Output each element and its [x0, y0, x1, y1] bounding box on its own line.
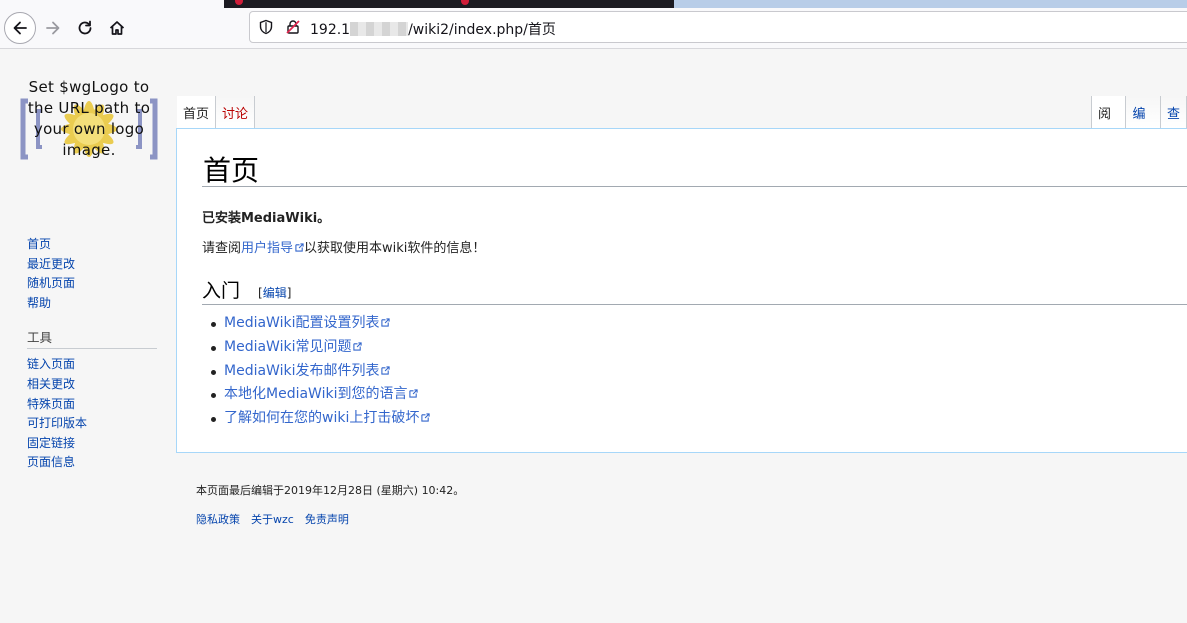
sidebar-item-what-links-here[interactable]: 链入页面: [27, 355, 157, 375]
url-suffix: /wiki2/index.php/首页: [408, 22, 556, 38]
mailing-list-link[interactable]: MediaWiki发布邮件列表: [224, 362, 391, 379]
faq-label: MediaWiki常见问题: [224, 338, 352, 355]
external-link-icon: [409, 389, 419, 399]
external-link-icon: [295, 243, 304, 252]
browser-tab[interactable]: [224, 0, 674, 8]
external-link-icon: [421, 413, 430, 422]
sidebar: 首页 最近更改 随机页面 帮助 工具 链入页面 相关更改 特殊页面 可打印版本 …: [27, 235, 157, 473]
address-bar[interactable]: 192.1/wiki2/index.php/首页: [249, 11, 1187, 43]
external-link-icon: [381, 318, 391, 327]
sidebar-item-recent-changes[interactable]: 最近更改: [27, 255, 157, 275]
config-settings-label: MediaWiki配置设置列表: [224, 315, 380, 331]
browser-toolbar: 192.1/wiki2/index.php/首页: [0, 8, 1187, 49]
footer-links: 隐私政策 关于wzc 免责声明: [196, 511, 349, 527]
getting-started-list: MediaWiki配置设置列表 MediaWiki常见问题 MediaWiki发…: [211, 312, 430, 431]
wiki-page: Set $wgLogo to the URL path to your own …: [0, 49, 1187, 623]
url-prefix: 192.1: [310, 22, 351, 38]
sidebar-navigation: 首页 最近更改 随机页面 帮助: [27, 235, 157, 313]
section-edit-bracket-close: ]: [286, 286, 292, 300]
tab-read[interactable]: 阅读: [1091, 96, 1127, 159]
reload-icon: [78, 20, 92, 35]
insecure-lock-icon[interactable]: [285, 19, 301, 35]
browser-tab-active[interactable]: [674, 0, 1187, 8]
tab-edit[interactable]: 编辑: [1126, 96, 1161, 159]
sidebar-item-printable-version[interactable]: 可打印版本: [27, 414, 157, 434]
namespace-tabs: 首页 讨论: [177, 96, 256, 128]
mailing-list-label: MediaWiki发布邮件列表: [224, 362, 380, 379]
sidebar-item-random-page[interactable]: 随机页面: [27, 274, 157, 294]
list-item: MediaWiki配置设置列表: [211, 312, 430, 336]
sidebar-item-page-information[interactable]: 页面信息: [27, 453, 157, 473]
external-link-icon: [381, 365, 391, 375]
section-edit-link[interactable]: 编辑: [263, 286, 287, 300]
section-heading: 入门: [202, 280, 241, 302]
arrow-left-icon: [13, 21, 27, 35]
list-item: 了解如何在您的wiki上打击破坏: [211, 407, 430, 431]
list-item: MediaWiki发布邮件列表: [211, 360, 430, 384]
about-link[interactable]: 关于wzc: [251, 511, 294, 527]
localisation-link[interactable]: 本地化MediaWiki到您的语言: [224, 386, 419, 403]
external-link-icon: [353, 342, 363, 351]
url-text[interactable]: 192.1/wiki2/index.php/首页: [310, 19, 556, 39]
intro-text-after: 以获取使用本wiki软件的信息！: [304, 241, 486, 256]
sidebar-item-special-pages[interactable]: 特殊页面: [27, 395, 157, 415]
section-edit: [编辑]: [258, 284, 291, 301]
tools-heading: 工具: [27, 327, 157, 350]
user-guide-link-label: 用户指导: [241, 241, 294, 256]
content-area: 首页 已安装MediaWiki。 请查阅用户指导 以获取使用本wiki软件的信息！…: [176, 128, 1187, 453]
browser-tab-strip: [0, 0, 1187, 8]
tab-history[interactable]: 查: [1160, 96, 1187, 128]
intro-text-before: 请查阅: [202, 241, 242, 256]
reload-button[interactable]: [69, 12, 101, 44]
section-divider: [202, 304, 1187, 305]
home-button[interactable]: [101, 12, 133, 44]
url-redaction: [350, 22, 409, 36]
sidebar-tools: 链入页面 相关更改 特殊页面 可打印版本 固定链接 页面信息: [27, 355, 157, 473]
localisation-label: 本地化MediaWiki到您的语言: [224, 386, 408, 403]
last-modified: 本页面最后编辑于2019年12月28日 (星期六) 10:42。: [196, 484, 465, 497]
home-icon: [109, 21, 125, 35]
combat-spam-label: 了解如何在您的wiki上打击破坏: [224, 410, 420, 427]
faq-link[interactable]: MediaWiki常见问题: [224, 338, 363, 355]
logo-placeholder-text: Set $wgLogo to the URL path to your own …: [27, 78, 151, 159]
tab-discussion[interactable]: 讨论: [216, 96, 256, 128]
forward-button[interactable]: [37, 12, 69, 44]
list-item: MediaWiki常见问题: [211, 336, 430, 360]
site-logo[interactable]: Set $wgLogo to the URL path to your own …: [20, 77, 158, 181]
installed-message: 已安装MediaWiki。: [202, 211, 331, 226]
config-settings-link[interactable]: MediaWiki配置设置列表: [224, 315, 391, 331]
sidebar-item-help[interactable]: 帮助: [27, 294, 157, 314]
arrow-right-icon: [46, 21, 60, 35]
sidebar-item-main-page[interactable]: 首页: [27, 235, 157, 255]
back-button[interactable]: [4, 12, 36, 44]
view-tabs: 阅读 编辑 查: [1091, 96, 1187, 159]
disclaimers-link[interactable]: 免责声明: [305, 511, 349, 527]
intro-paragraph: 请查阅用户指导 以获取使用本wiki软件的信息！: [202, 237, 485, 256]
tab-page[interactable]: 首页: [177, 96, 217, 128]
shield-icon[interactable]: [258, 19, 274, 35]
sidebar-item-related-changes[interactable]: 相关更改: [27, 375, 157, 395]
page-title: 首页: [203, 154, 260, 187]
user-guide-link[interactable]: 用户指导: [241, 241, 304, 256]
privacy-policy-link[interactable]: 隐私政策: [196, 511, 240, 527]
sidebar-item-permanent-link[interactable]: 固定链接: [27, 434, 157, 454]
list-item: 本地化MediaWiki到您的语言: [211, 383, 430, 407]
title-divider: [202, 186, 1187, 187]
combat-spam-link[interactable]: 了解如何在您的wiki上打击破坏: [224, 410, 430, 426]
